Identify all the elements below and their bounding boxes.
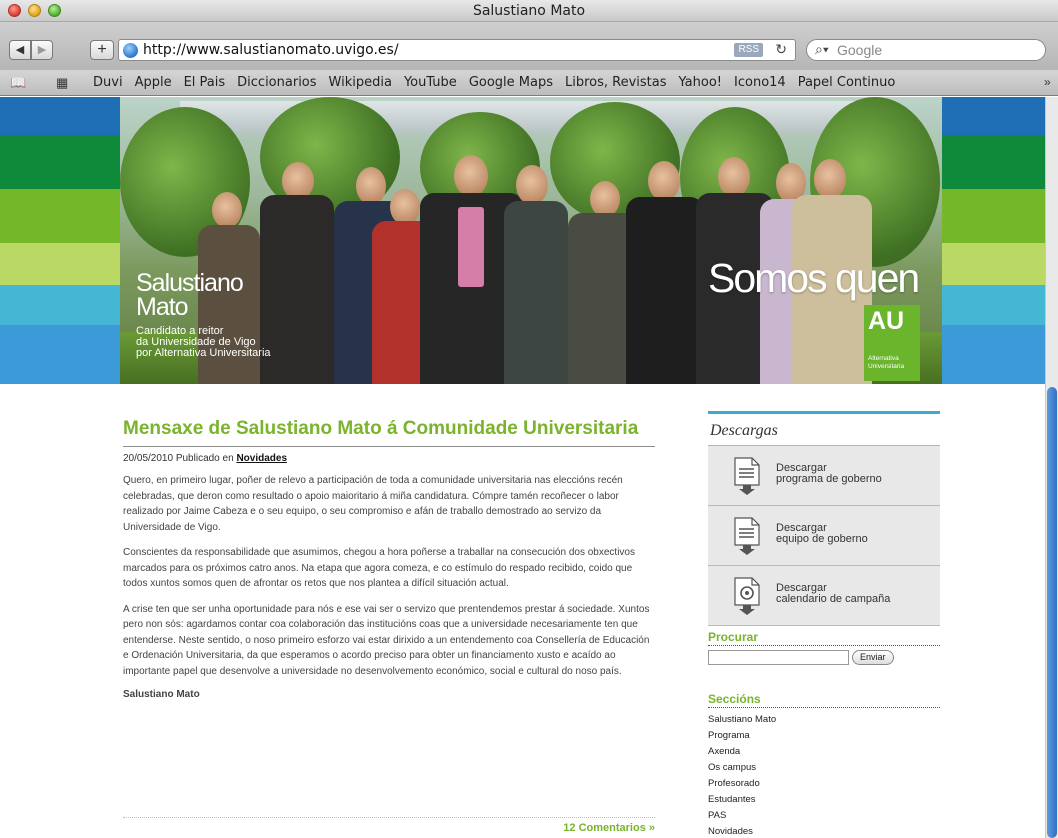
bookmark-item[interactable]: Diccionarios — [237, 75, 316, 90]
banner-slogan: Somos quen — [708, 255, 920, 301]
downloads-header: Descargas — [708, 411, 940, 446]
post-title-divider — [123, 446, 655, 447]
section-link[interactable]: Axenda — [708, 744, 940, 760]
banner-subtitle-line3: por Alternativa Universitaria — [136, 347, 271, 359]
search-field[interactable]: ⌕▾ Google — [806, 39, 1046, 61]
download-label-line2: programa de goberno — [776, 473, 882, 485]
document-download-icon — [734, 457, 760, 495]
person-head — [590, 181, 620, 217]
bookmarks-list: Duvi Apple El Pais Diccionarios Wikipedia You… — [93, 75, 907, 90]
au-logo: AU Alternativa Universitaria — [864, 305, 920, 381]
person-head — [718, 157, 750, 197]
bookmark-item[interactable]: Icono14 — [734, 75, 786, 90]
browser-toolbar: ◀ ▶ + http://www.salustianomato.uvigo.es… — [0, 22, 1058, 70]
post-signature: Salustiano Mato — [123, 689, 200, 700]
post-paragraph: A crise ten que ser unha oportunidade pa… — [123, 603, 650, 677]
person-shirt — [458, 207, 484, 287]
person-head — [212, 192, 242, 228]
downloads-title: Descargas — [710, 422, 778, 439]
post-paragraph: Quero, en primeiro lugar, poñer de relev… — [123, 475, 623, 533]
person-body — [626, 197, 704, 384]
document-download-icon — [734, 517, 760, 555]
bookmark-item[interactable]: Papel Continuo — [798, 75, 896, 90]
scrollbar-thumb[interactable] — [1047, 387, 1057, 838]
add-bookmark-button[interactable]: + — [90, 40, 114, 60]
person-head — [390, 189, 420, 225]
section-link[interactable]: Salustiano Mato — [708, 712, 940, 728]
sections-list: Salustiano Mato Programa Axenda Os campus Pr… — [708, 712, 940, 838]
person-head — [516, 165, 548, 205]
site-search-input[interactable] — [708, 650, 849, 665]
download-calendario-button[interactable]: Descargar calendario de campaña — [708, 566, 940, 626]
url-text[interactable]: http://www.salustianomato.uvigo.es/ — [143, 42, 399, 58]
post-body: Quero, en primeiro lugar, poñer de relev… — [123, 473, 655, 679]
bookmark-item[interactable]: YouTube — [404, 75, 457, 90]
sections-heading: Seccións — [708, 692, 940, 708]
post-footer: 12 Comentarios » — [123, 817, 655, 834]
globe-icon — [123, 43, 138, 58]
download-label-line2: equipo de goberno — [776, 533, 868, 545]
header-banner: Salustiano Mato Candidato a reitor da Un… — [120, 97, 942, 384]
address-bar[interactable]: http://www.salustianomato.uvigo.es/ RSS … — [118, 39, 796, 61]
person-head — [648, 161, 680, 201]
download-label: Descargar calendario de campaña — [776, 583, 890, 605]
rss-button[interactable]: RSS — [734, 43, 763, 57]
post-date: 20/05/2010 Publicado en — [123, 453, 234, 464]
au-logo-sub-line1: Alternativa — [868, 355, 899, 362]
download-label: Descargar programa de goberno — [776, 463, 882, 485]
person-body — [504, 201, 568, 384]
search-icon: ⌕▾ — [815, 41, 829, 57]
section-link[interactable]: Programa — [708, 728, 940, 744]
sidebar: Descargas Descargar programa de goberno — [708, 411, 940, 838]
post-meta: 20/05/2010 Publicado en Novidades — [123, 453, 655, 464]
search-placeholder: Google — [837, 42, 883, 58]
post-paragraph: Conscientes da responsabilidade que asum… — [123, 547, 635, 589]
vertical-scrollbar[interactable] — [1045, 97, 1058, 838]
download-label-line2: calendario de campaña — [776, 593, 891, 605]
forward-button[interactable]: ▶ — [31, 40, 53, 60]
bookmark-item[interactable]: El Pais — [184, 75, 226, 90]
section-link[interactable]: PAS — [708, 808, 940, 824]
download-label: Descargar equipo de goberno — [776, 523, 868, 545]
person-head — [356, 167, 386, 205]
title-bar: Salustiano Mato — [0, 0, 1058, 22]
au-logo-subtitle: Alternativa Universitaria — [868, 355, 904, 371]
more-bookmarks-icon[interactable]: » — [1044, 75, 1051, 89]
site-search-form: Enviar — [708, 650, 940, 668]
bookmark-item[interactable]: Wikipedia — [329, 75, 392, 90]
post-category-link[interactable]: Novidades — [236, 453, 287, 464]
book-icon[interactable]: 📖 — [10, 75, 26, 91]
person-head — [814, 159, 846, 199]
bookmark-item[interactable]: Duvi — [93, 75, 123, 90]
bookmark-item[interactable]: Google Maps — [469, 75, 553, 90]
au-logo-text: AU — [868, 307, 905, 335]
post-article: Mensaxe de Salustiano Mato á Comunidade … — [123, 418, 655, 700]
section-link[interactable]: Profesorado — [708, 776, 940, 792]
search-submit-button[interactable]: Enviar — [852, 650, 894, 665]
banner-candidate-name: Salustiano Mato — [136, 269, 244, 321]
post-title[interactable]: Mensaxe de Salustiano Mato á Comunidade … — [123, 418, 655, 440]
download-programa-button[interactable]: Descargar programa de goberno — [708, 446, 940, 506]
reload-icon[interactable]: ↻ — [775, 41, 787, 58]
search-heading: Procurar — [708, 630, 940, 646]
au-logo-sub-line2: Universitaria — [868, 363, 905, 370]
bookmarks-bar: 📖 ▦ Duvi Apple El Pais Diccionarios Wikipedi… — [0, 70, 1058, 96]
section-link[interactable]: Novidades — [708, 824, 940, 838]
banner-name-line1: Salustiano — [136, 269, 244, 297]
bookmark-item[interactable]: Apple — [135, 75, 172, 90]
bookmark-item[interactable]: Yahoo! — [679, 75, 722, 90]
section-link[interactable]: Estudantes — [708, 792, 940, 808]
web-page: Salustiano Mato Candidato a reitor da Un… — [0, 97, 1045, 838]
bookmark-item[interactable]: Libros, Revistas — [565, 75, 667, 90]
window-title: Salustiano Mato — [472, 3, 586, 19]
person-head — [454, 155, 488, 197]
grid-icon[interactable]: ▦ — [56, 75, 68, 91]
banner-subtitle: Candidato a reitor da Universidade de Vi… — [136, 326, 316, 359]
section-link[interactable]: Os campus — [708, 760, 940, 776]
back-button[interactable]: ◀ — [9, 40, 31, 60]
disc-download-icon — [734, 577, 760, 615]
download-equipo-button[interactable]: Descargar equipo de goberno — [708, 506, 940, 566]
banner-name-line2: Mato — [136, 293, 189, 321]
comments-link[interactable]: 12 Comentarios » — [563, 822, 655, 834]
